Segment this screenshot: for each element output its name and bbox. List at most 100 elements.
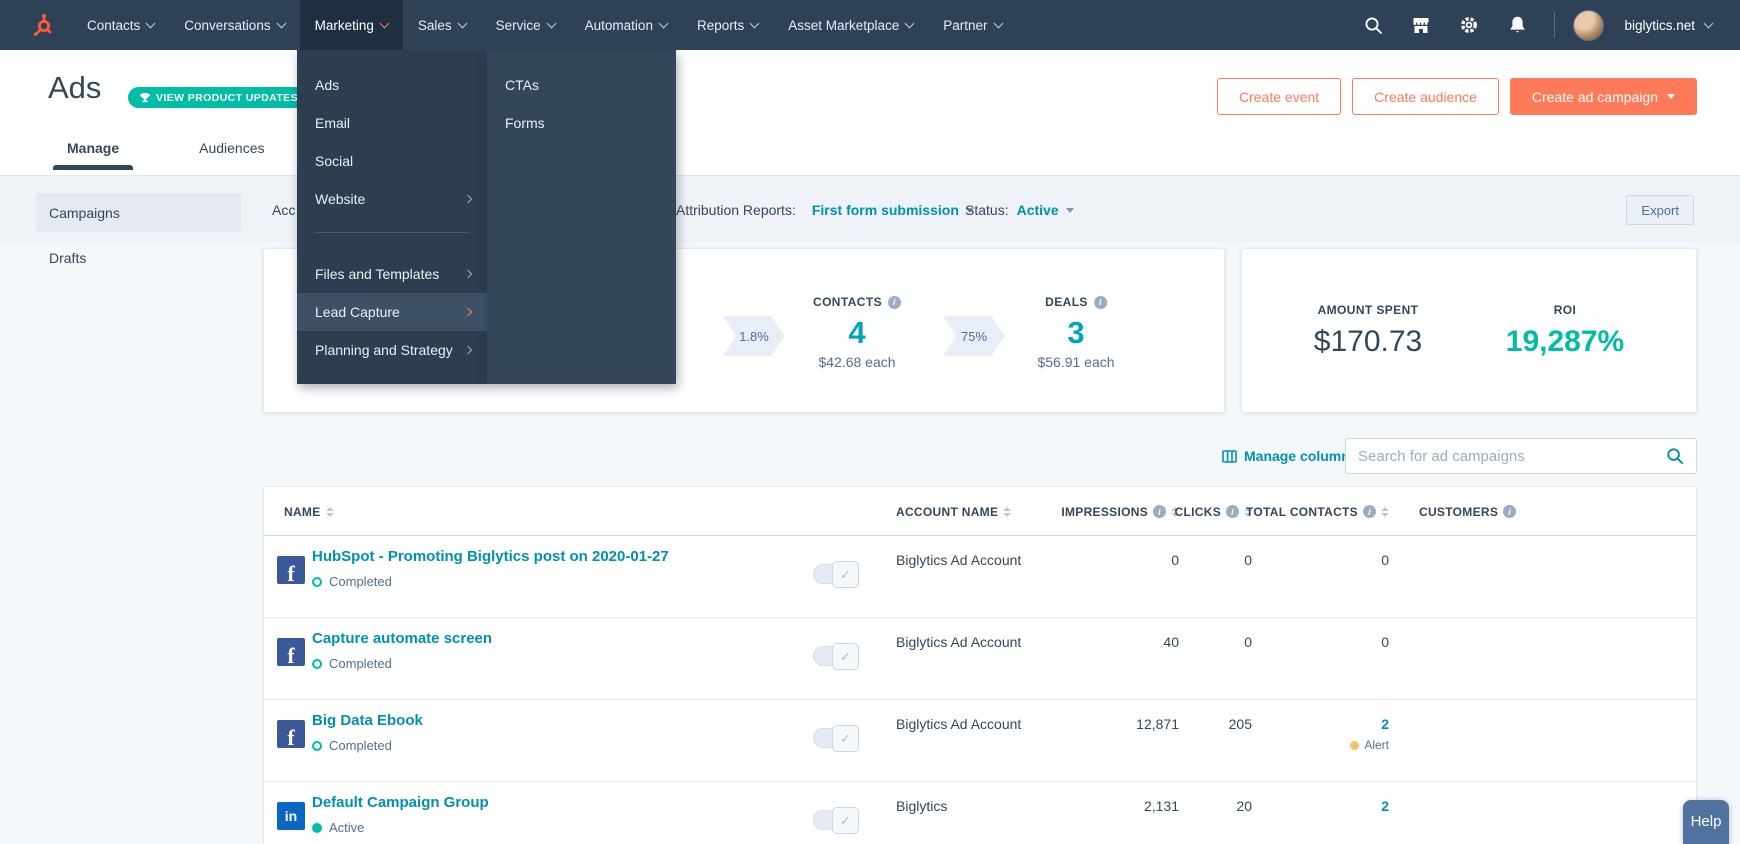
nav-conversations[interactable]: Conversations: [169, 0, 299, 50]
menu-item-label: Lead Capture: [315, 304, 400, 320]
account-name-cell: Biglytics Ad Account: [896, 634, 1022, 650]
nav-partner-label: Partner: [943, 17, 988, 33]
status-dropdown[interactable]: Active: [1017, 202, 1074, 218]
menu-item-email[interactable]: Email: [297, 104, 487, 142]
campaign-name-link[interactable]: Big Data Ebook: [312, 712, 423, 729]
create-audience-button[interactable]: Create audience: [1352, 78, 1499, 115]
info-icon[interactable]: i: [1226, 505, 1239, 518]
attribution-value: First form submission: [811, 202, 959, 218]
campaign-status: Completed: [312, 738, 392, 753]
info-icon[interactable]: i: [1503, 505, 1517, 518]
attribution-dropdown[interactable]: First form submission: [812, 202, 974, 218]
impressions-cell: 40: [1163, 634, 1179, 650]
columns-icon: [1222, 449, 1237, 463]
toggle-knob: ✓: [832, 725, 859, 752]
nav-partner[interactable]: Partner: [928, 0, 1016, 50]
marketplace-icon[interactable]: [1402, 6, 1440, 44]
status-text: Completed: [329, 574, 392, 589]
column-header-account-name[interactable]: ACCOUNT NAME: [896, 487, 1012, 536]
campaign-toggle[interactable]: ✓: [813, 725, 859, 752]
chevron-down-icon: [658, 18, 669, 28]
deals-stat-label: DEALS i: [1045, 295, 1107, 309]
facebook-icon: f: [277, 638, 305, 667]
notifications-bell-icon[interactable]: [1498, 6, 1536, 44]
account-filter-partial[interactable]: Acc: [272, 176, 295, 244]
search-icon[interactable]: [1354, 6, 1392, 44]
sidebar-item-campaigns[interactable]: Campaigns: [36, 193, 241, 232]
campaign-status: Completed: [312, 656, 392, 671]
account-filter-label: Acc: [272, 202, 296, 218]
menu-item-social[interactable]: Social: [297, 142, 487, 180]
info-icon[interactable]: i: [1363, 505, 1376, 518]
column-label: TOTAL CONTACTS: [1246, 504, 1358, 519]
campaign-toggle[interactable]: ✓: [813, 807, 859, 834]
gear-icon[interactable]: [1450, 6, 1488, 44]
status-value: Active: [1016, 202, 1059, 218]
manage-columns-label: Manage columns: [1244, 448, 1358, 464]
total-contacts-link[interactable]: 2: [1381, 716, 1389, 732]
nav-reports-label: Reports: [696, 17, 745, 33]
info-icon[interactable]: i: [1153, 505, 1166, 518]
campaign-status: Completed: [312, 574, 392, 589]
column-header-customers[interactable]: CUSTOMERS i: [1419, 487, 1517, 536]
column-header-clicks[interactable]: CLICKS i: [1175, 487, 1252, 536]
chevron-down-icon: [904, 18, 915, 28]
column-header-impressions[interactable]: IMPRESSIONS i: [1061, 487, 1179, 536]
submenu-item-ctas[interactable]: CTAs: [487, 66, 676, 104]
menu-item-label: Website: [315, 191, 366, 207]
chevron-down-icon: [457, 18, 468, 28]
menu-item-lead-capture[interactable]: Lead Capture: [297, 293, 487, 331]
nav-asset-marketplace[interactable]: Asset Marketplace: [773, 0, 928, 50]
total-contacts-cell: 0: [1381, 552, 1389, 568]
account-name-cell: Biglytics: [896, 798, 948, 814]
status-completed-icon: [312, 576, 322, 587]
chevron-right-icon: [463, 307, 473, 317]
campaign-name-link[interactable]: HubSpot - Promoting Biglytics post on 20…: [312, 548, 669, 565]
chevron-down-icon[interactable]: [1703, 18, 1714, 28]
menu-item-ads[interactable]: Ads: [297, 66, 487, 104]
account-name[interactable]: biglytics.net: [1624, 18, 1695, 33]
view-product-updates-badge[interactable]: VIEW PRODUCT UPDATES: [128, 87, 309, 108]
nav-automation[interactable]: Automation: [570, 0, 682, 50]
nav-service[interactable]: Service: [481, 0, 570, 50]
clicks-cell: 0: [1244, 634, 1252, 650]
header-actions: Create event Create audience Create ad c…: [1217, 78, 1697, 115]
column-header-name[interactable]: NAME: [284, 487, 334, 536]
info-icon[interactable]: i: [1093, 295, 1107, 309]
campaign-name-link[interactable]: Capture automate screen: [312, 630, 492, 647]
tab-manage[interactable]: Manage: [53, 133, 134, 170]
create-event-button[interactable]: Create event: [1217, 78, 1342, 115]
search-icon[interactable]: [1666, 447, 1684, 465]
menu-item-planning-and-strategy[interactable]: Planning and Strategy: [297, 331, 487, 369]
nav-contacts[interactable]: Contacts: [72, 0, 169, 50]
column-label: NAME: [284, 504, 321, 519]
clicks-cell: 0: [1244, 552, 1252, 568]
manage-columns-button[interactable]: Manage columns: [1222, 448, 1358, 464]
nav-sales[interactable]: Sales: [403, 0, 481, 50]
nav-marketing[interactable]: Marketing: [299, 0, 403, 50]
create-ad-campaign-button[interactable]: Create ad campaign: [1509, 78, 1697, 115]
column-header-total-contacts[interactable]: TOTAL CONTACTS i: [1246, 487, 1389, 536]
avatar[interactable]: [1573, 9, 1605, 41]
nav-automation-label: Automation: [584, 17, 653, 33]
total-contacts-link[interactable]: 2: [1381, 798, 1389, 814]
campaign-toggle[interactable]: ✓: [813, 643, 859, 670]
search-input[interactable]: [1358, 447, 1658, 465]
nav-reports[interactable]: Reports: [682, 0, 773, 50]
menu-item-website[interactable]: Website: [297, 180, 487, 218]
top-navigation: Contacts Conversations Marketing Sales S…: [0, 0, 1740, 50]
hubspot-logo[interactable]: [0, 0, 72, 50]
export-button[interactable]: Export: [1626, 195, 1694, 225]
deals-label-text: DEALS: [1045, 295, 1088, 309]
chevron-right-icon: [463, 345, 473, 355]
sidebar-item-drafts[interactable]: Drafts: [36, 238, 241, 277]
info-icon[interactable]: i: [887, 295, 901, 309]
campaign-name-link[interactable]: Default Campaign Group: [312, 794, 489, 811]
help-button[interactable]: Help: [1683, 800, 1729, 844]
submenu-item-forms[interactable]: Forms: [487, 104, 676, 142]
status-completed-icon: [312, 658, 322, 669]
tab-audiences[interactable]: Audiences: [185, 133, 278, 170]
roi-label: ROI: [1553, 302, 1577, 317]
campaign-toggle[interactable]: ✓: [813, 561, 859, 588]
menu-item-files-and-templates[interactable]: Files and Templates: [297, 255, 487, 293]
